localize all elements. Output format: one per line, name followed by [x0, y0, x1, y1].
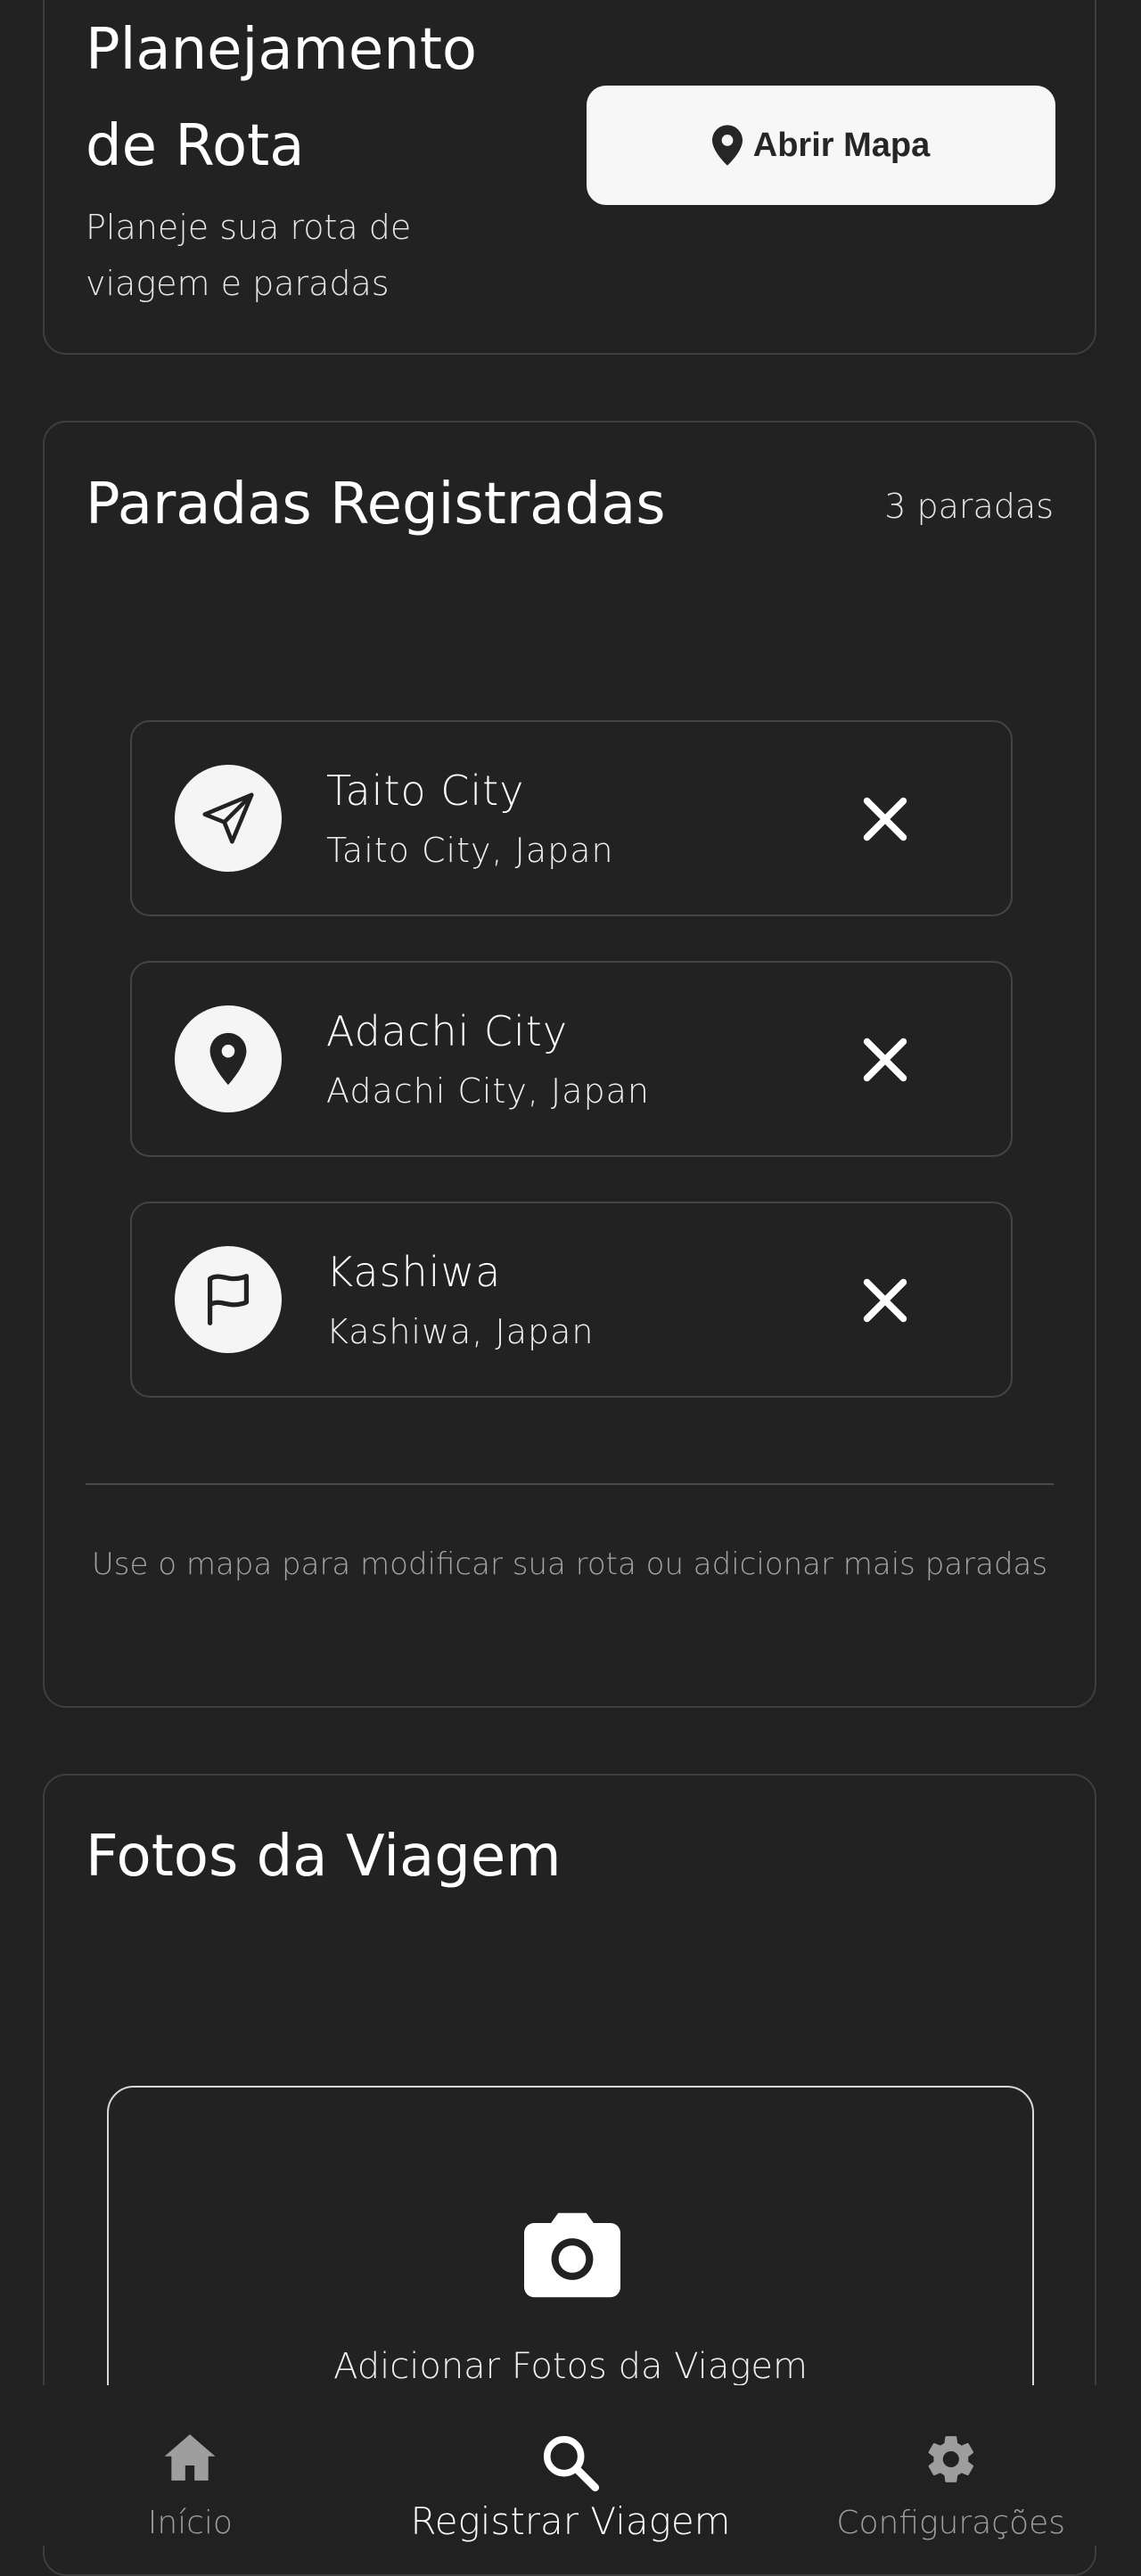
stop-location: Kashiwa, Japan [326, 1312, 595, 1351]
location-pin-icon [209, 1032, 247, 1086]
nav-label: Configurações [836, 2505, 1066, 2541]
stops-count: 3 paradas [884, 487, 1054, 526]
stops-title: Paradas Registradas [86, 472, 666, 537]
stop-avatar [175, 1005, 282, 1112]
route-subtitle-line1: Planeje sua rota de [86, 208, 412, 247]
stop-avatar [175, 765, 282, 872]
open-map-button[interactable]: Abrir Mapa [587, 86, 1055, 205]
stop-name: Kashiwa [326, 1248, 502, 1296]
route-title-line1: Planejamento [86, 17, 478, 83]
bottom-navigation: Início Registrar Viagem Configurações [0, 2385, 1141, 2546]
stop-name: Adachi City [326, 1007, 569, 1055]
stop-name: Taito City [326, 767, 525, 815]
nav-label: Registrar Viagem [410, 2499, 731, 2543]
nav-item-inicio[interactable]: Início [0, 2385, 381, 2546]
stop-location: Adachi City, Japan [326, 1071, 650, 1111]
stop-item[interactable]: Taito City Taito City, Japan [130, 720, 1013, 916]
route-title-line2: de Rota [86, 113, 305, 179]
stop-item[interactable]: Adachi City Adachi City, Japan [130, 961, 1013, 1157]
route-planning-subtitle: Planeje sua rota de viagem e paradas [86, 200, 496, 312]
remove-stop-button[interactable] [854, 1269, 916, 1332]
divider [86, 1483, 1054, 1485]
photos-title: Fotos da Viagem [86, 1824, 562, 1890]
remove-stop-button[interactable] [854, 1029, 916, 1091]
route-planning-title: Planejamento de Rota [86, 2, 477, 194]
gear-icon [928, 2436, 973, 2482]
send-icon [202, 792, 254, 844]
stop-avatar [175, 1246, 282, 1353]
stops-hint: Use o mapa para modificar sua rota ou ad… [91, 1546, 1048, 1582]
close-icon [863, 1278, 907, 1323]
open-map-label: Abrir Mapa [752, 126, 931, 164]
flag-icon [207, 1274, 250, 1325]
search-icon [543, 2435, 600, 2492]
home-icon [164, 2434, 216, 2481]
registered-stops-card: Paradas Registradas 3 paradas Taito City… [43, 421, 1096, 1708]
stop-item[interactable]: Kashiwa Kashiwa, Japan [130, 1202, 1013, 1398]
nav-item-registrar-viagem[interactable]: Registrar Viagem [381, 2385, 761, 2546]
route-planning-card: Planejamento de Rota Planeje sua rota de… [43, 0, 1096, 355]
nav-item-configuracoes[interactable]: Configurações [760, 2385, 1141, 2546]
remove-stop-button[interactable] [854, 788, 916, 850]
nav-label: Início [147, 2505, 233, 2541]
camera-icon [524, 2212, 620, 2298]
stop-location: Taito City, Japan [326, 831, 614, 870]
close-icon [863, 1038, 907, 1082]
map-pin-icon [711, 125, 743, 166]
route-subtitle-line2: viagem e paradas [86, 264, 390, 303]
close-icon [863, 797, 907, 841]
add-photos-label: Adicionar Fotos da Viagem [333, 2346, 808, 2387]
